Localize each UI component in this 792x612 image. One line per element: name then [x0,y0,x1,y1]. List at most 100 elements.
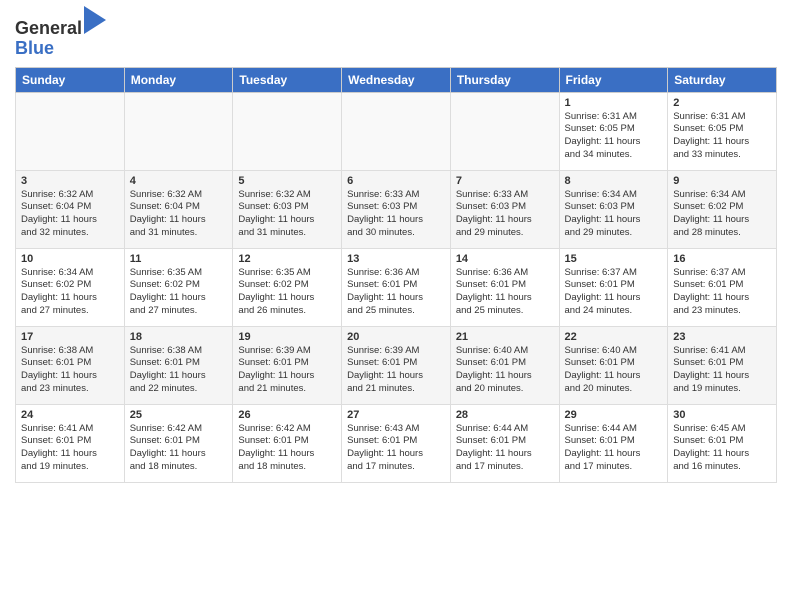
day-number: 16 [673,253,771,265]
calendar-cell: 15 Sunrise: 6:37 AM Sunset: 6:01 PM Dayli… [559,248,668,326]
day-info: Sunrise: 6:37 AM Sunset: 6:01 PM Dayligh… [673,267,771,318]
day-info: Sunrise: 6:41 AM Sunset: 6:01 PM Dayligh… [21,423,119,474]
calendar-cell: 21 Sunrise: 6:40 AM Sunset: 6:01 PM Dayli… [450,326,559,404]
day-number: 3 [21,175,119,187]
weekday-header-friday: Friday [559,67,668,92]
calendar-week-4: 17 Sunrise: 6:38 AM Sunset: 6:01 PM Dayli… [16,326,777,404]
day-info: Sunrise: 6:43 AM Sunset: 6:01 PM Dayligh… [347,423,445,474]
calendar-cell [16,92,125,170]
calendar-cell: 29 Sunrise: 6:44 AM Sunset: 6:01 PM Dayli… [559,404,668,482]
day-number: 1 [565,97,663,109]
day-info: Sunrise: 6:31 AM Sunset: 6:05 PM Dayligh… [565,111,663,162]
logo-triangle-icon [84,6,106,34]
calendar-week-5: 24 Sunrise: 6:41 AM Sunset: 6:01 PM Dayli… [16,404,777,482]
calendar-cell: 4 Sunrise: 6:32 AM Sunset: 6:04 PM Daylig… [124,170,233,248]
day-info: Sunrise: 6:40 AM Sunset: 6:01 PM Dayligh… [565,345,663,396]
calendar-cell: 17 Sunrise: 6:38 AM Sunset: 6:01 PM Dayli… [16,326,125,404]
day-info: Sunrise: 6:45 AM Sunset: 6:01 PM Dayligh… [673,423,771,474]
day-info: Sunrise: 6:39 AM Sunset: 6:01 PM Dayligh… [347,345,445,396]
day-number: 10 [21,253,119,265]
day-info: Sunrise: 6:38 AM Sunset: 6:01 PM Dayligh… [130,345,228,396]
calendar-cell: 3 Sunrise: 6:32 AM Sunset: 6:04 PM Daylig… [16,170,125,248]
logo-blue-text: Blue [15,39,106,59]
calendar-cell: 26Sunrise: 6:42 AM Sunset: 6:01 PM Dayli… [233,404,342,482]
calendar-cell: 7 Sunrise: 6:33 AM Sunset: 6:03 PM Daylig… [450,170,559,248]
day-info: Sunrise: 6:33 AM Sunset: 6:03 PM Dayligh… [456,189,554,240]
calendar-cell: 6Sunrise: 6:33 AM Sunset: 6:03 PM Daylig… [342,170,451,248]
calendar-week-2: 3 Sunrise: 6:32 AM Sunset: 6:04 PM Daylig… [16,170,777,248]
day-number: 28 [456,409,554,421]
calendar-cell: 8Sunrise: 6:34 AM Sunset: 6:03 PM Daylig… [559,170,668,248]
day-number: 22 [565,331,663,343]
calendar-cell: 14Sunrise: 6:36 AM Sunset: 6:01 PM Dayli… [450,248,559,326]
calendar-week-3: 10 Sunrise: 6:34 AM Sunset: 6:02 PM Dayli… [16,248,777,326]
calendar-cell [233,92,342,170]
day-number: 29 [565,409,663,421]
calendar-cell: 12 Sunrise: 6:35 AM Sunset: 6:02 PM Dayli… [233,248,342,326]
day-number: 5 [238,175,336,187]
day-number: 26 [238,409,336,421]
day-number: 4 [130,175,228,187]
day-number: 30 [673,409,771,421]
day-info: Sunrise: 6:35 AM Sunset: 6:02 PM Dayligh… [238,267,336,318]
weekday-header-wednesday: Wednesday [342,67,451,92]
weekday-header-monday: Monday [124,67,233,92]
weekday-header-thursday: Thursday [450,67,559,92]
day-number: 12 [238,253,336,265]
page: General Blue SundayMondayTuesdayWednesda… [0,0,792,498]
calendar-cell [124,92,233,170]
day-info: Sunrise: 6:34 AM Sunset: 6:02 PM Dayligh… [21,267,119,318]
day-info: Sunrise: 6:32 AM Sunset: 6:03 PM Dayligh… [238,189,336,240]
calendar-cell: 30 Sunrise: 6:45 AM Sunset: 6:01 PM Dayli… [668,404,777,482]
calendar-cell: 22 Sunrise: 6:40 AM Sunset: 6:01 PM Dayli… [559,326,668,404]
calendar-cell: 24 Sunrise: 6:41 AM Sunset: 6:01 PM Dayli… [16,404,125,482]
calendar-cell: 11 Sunrise: 6:35 AM Sunset: 6:02 PM Dayli… [124,248,233,326]
day-number: 2 [673,97,771,109]
day-number: 25 [130,409,228,421]
day-number: 14 [456,253,554,265]
day-number: 17 [21,331,119,343]
calendar-header-row: SundayMondayTuesdayWednesdayThursdayFrid… [16,67,777,92]
calendar-cell [450,92,559,170]
day-number: 11 [130,253,228,265]
day-number: 24 [21,409,119,421]
day-info: Sunrise: 6:36 AM Sunset: 6:01 PM Dayligh… [347,267,445,318]
calendar-cell: 19Sunrise: 6:39 AM Sunset: 6:01 PM Dayli… [233,326,342,404]
calendar-cell: 2Sunrise: 6:31 AM Sunset: 6:05 PM Daylig… [668,92,777,170]
weekday-header-sunday: Sunday [16,67,125,92]
weekday-header-tuesday: Tuesday [233,67,342,92]
calendar-cell: 13Sunrise: 6:36 AM Sunset: 6:01 PM Dayli… [342,248,451,326]
day-number: 21 [456,331,554,343]
logo-text: General [15,10,106,39]
day-number: 27 [347,409,445,421]
logo-blue: Blue [15,38,54,58]
day-number: 15 [565,253,663,265]
day-info: Sunrise: 6:35 AM Sunset: 6:02 PM Dayligh… [130,267,228,318]
calendar-cell: 18 Sunrise: 6:38 AM Sunset: 6:01 PM Dayli… [124,326,233,404]
day-info: Sunrise: 6:38 AM Sunset: 6:01 PM Dayligh… [21,345,119,396]
day-number: 23 [673,331,771,343]
weekday-header-saturday: Saturday [668,67,777,92]
calendar-cell: 27 Sunrise: 6:43 AM Sunset: 6:01 PM Dayli… [342,404,451,482]
day-info: Sunrise: 6:34 AM Sunset: 6:03 PM Dayligh… [565,189,663,240]
calendar-cell: 1 Sunrise: 6:31 AM Sunset: 6:05 PM Daylig… [559,92,668,170]
day-info: Sunrise: 6:41 AM Sunset: 6:01 PM Dayligh… [673,345,771,396]
day-number: 20 [347,331,445,343]
day-info: Sunrise: 6:40 AM Sunset: 6:01 PM Dayligh… [456,345,554,396]
calendar-cell: 10 Sunrise: 6:34 AM Sunset: 6:02 PM Dayli… [16,248,125,326]
calendar-cell: 9Sunrise: 6:34 AM Sunset: 6:02 PM Daylig… [668,170,777,248]
day-info: Sunrise: 6:32 AM Sunset: 6:04 PM Dayligh… [21,189,119,240]
calendar-cell: 25 Sunrise: 6:42 AM Sunset: 6:01 PM Dayli… [124,404,233,482]
day-info: Sunrise: 6:44 AM Sunset: 6:01 PM Dayligh… [565,423,663,474]
logo: General Blue [15,10,106,59]
header: General Blue [15,10,777,59]
day-number: 18 [130,331,228,343]
calendar-week-1: 1 Sunrise: 6:31 AM Sunset: 6:05 PM Daylig… [16,92,777,170]
day-info: Sunrise: 6:37 AM Sunset: 6:01 PM Dayligh… [565,267,663,318]
day-number: 7 [456,175,554,187]
day-info: Sunrise: 6:42 AM Sunset: 6:01 PM Dayligh… [130,423,228,474]
day-info: Sunrise: 6:44 AM Sunset: 6:01 PM Dayligh… [456,423,554,474]
calendar-cell: 23 Sunrise: 6:41 AM Sunset: 6:01 PM Dayli… [668,326,777,404]
calendar-cell: 5 Sunrise: 6:32 AM Sunset: 6:03 PM Daylig… [233,170,342,248]
day-info: Sunrise: 6:32 AM Sunset: 6:04 PM Dayligh… [130,189,228,240]
